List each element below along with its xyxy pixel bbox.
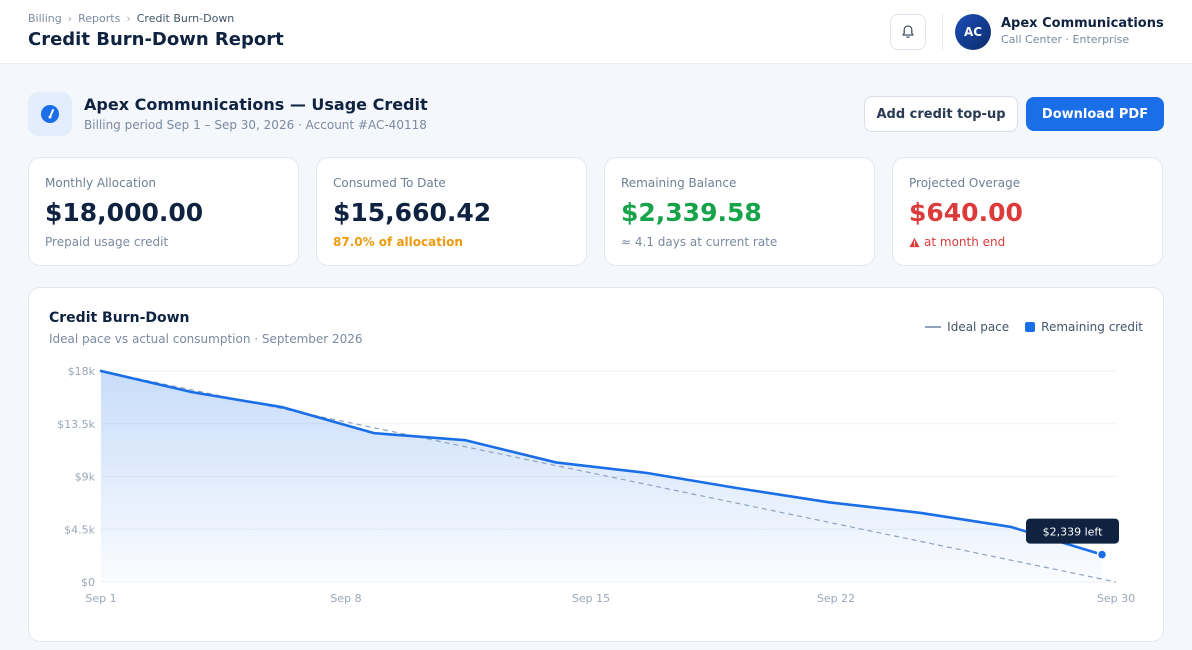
chevron-right-icon: › bbox=[67, 12, 73, 25]
y-tick-label: $13.5k bbox=[57, 418, 95, 431]
y-tick-label: $4.5k bbox=[64, 523, 95, 536]
y-tick-label: $0 bbox=[81, 576, 95, 589]
x-tick-label: Sep 15 bbox=[572, 592, 610, 605]
account-icon-tile bbox=[28, 92, 72, 136]
y-tick-label: $18k bbox=[68, 365, 96, 378]
avatar[interactable]: AC bbox=[955, 14, 991, 50]
kpi-note-text: ≈ 4.1 days at current rate bbox=[621, 235, 778, 249]
kpi-note-text: at month end bbox=[924, 235, 1006, 249]
notifications-button[interactable] bbox=[890, 14, 926, 50]
top-bar: Billing › Reports › Credit Burn-Down Cre… bbox=[0, 0, 1192, 64]
breadcrumb-current: Credit Burn-Down bbox=[136, 12, 235, 25]
kpi-card-projected-overage: Projected Overage $640.00 at month end bbox=[892, 157, 1163, 266]
kpi-value: $15,660.42 bbox=[333, 198, 492, 227]
kpi-note: 87.0% of allocation bbox=[333, 235, 463, 249]
kpi-note-text: Prepaid usage credit bbox=[45, 235, 169, 249]
kpi-note: at month end bbox=[909, 235, 1005, 249]
burndown-chart: $18k $13.5k $9k $4.5k $0 Sep 1 Sep 8 Sep 15 Sep … bbox=[57, 365, 1135, 605]
breadcrumb-billing[interactable]: Billing bbox=[28, 12, 62, 25]
x-tick-label: Sep 8 bbox=[330, 592, 361, 605]
chevron-right-icon: › bbox=[126, 12, 131, 25]
kpi-label: Consumed To Date bbox=[333, 176, 446, 190]
x-tick-label: Sep 1 bbox=[85, 592, 116, 605]
kpi-note: ≈ 4.1 days at current rate bbox=[621, 235, 777, 249]
current-balance-point bbox=[1096, 549, 1108, 560]
tooltip-label: $2,339 left bbox=[1043, 526, 1103, 539]
kpi-note: Prepaid usage credit bbox=[45, 235, 168, 249]
page-title: Credit Burn-Down Report bbox=[28, 29, 284, 50]
account-title: Apex Communications — Usage Credit bbox=[84, 95, 428, 114]
breadcrumb: Billing › Reports › Credit Burn-Down bbox=[28, 12, 234, 25]
kpi-label: Monthly Allocation bbox=[45, 176, 157, 190]
kpi-label: Projected Overage bbox=[909, 176, 1021, 190]
kpi-card-remaining-balance: Remaining Balance $2,339.58 ≈ 4.1 days a… bbox=[604, 157, 875, 266]
add-credit-topup-button[interactable]: Add credit top-up bbox=[864, 96, 1018, 132]
kpi-label: Remaining Balance bbox=[621, 176, 737, 190]
credit-burndown-chart-card: Credit Burn-Down Ideal pace vs actual co… bbox=[28, 287, 1164, 642]
org-name: Apex Communications bbox=[1001, 16, 1164, 31]
org-subtitle: Call Center · Enterprise bbox=[1001, 33, 1130, 46]
kpi-card-consumed-to-date: Consumed To Date $15,660.42 87.0% of all… bbox=[316, 157, 587, 266]
kpi-card-monthly-allocation: Monthly Allocation $18,000.00 Prepaid us… bbox=[28, 157, 299, 266]
kpi-note-text: 87.0% of allocation bbox=[333, 235, 463, 249]
kpi-value: $640.00 bbox=[909, 198, 1023, 227]
divider bbox=[942, 14, 943, 50]
breadcrumb-reports[interactable]: Reports bbox=[78, 12, 120, 25]
y-tick-label: $9k bbox=[75, 471, 96, 484]
x-tick-label: Sep 30 bbox=[1097, 592, 1135, 605]
x-tick-label: Sep 22 bbox=[817, 592, 855, 605]
download-pdf-button[interactable]: Download PDF bbox=[1026, 97, 1164, 131]
warning-icon bbox=[909, 237, 920, 247]
kpi-value: $2,339.58 bbox=[621, 198, 762, 227]
account-subtitle: Billing period Sep 1 – Sep 30, 2026 · Ac… bbox=[84, 118, 427, 132]
bell-icon bbox=[902, 25, 914, 38]
kpi-value: $18,000.00 bbox=[45, 198, 204, 227]
gauge-icon bbox=[41, 105, 59, 123]
